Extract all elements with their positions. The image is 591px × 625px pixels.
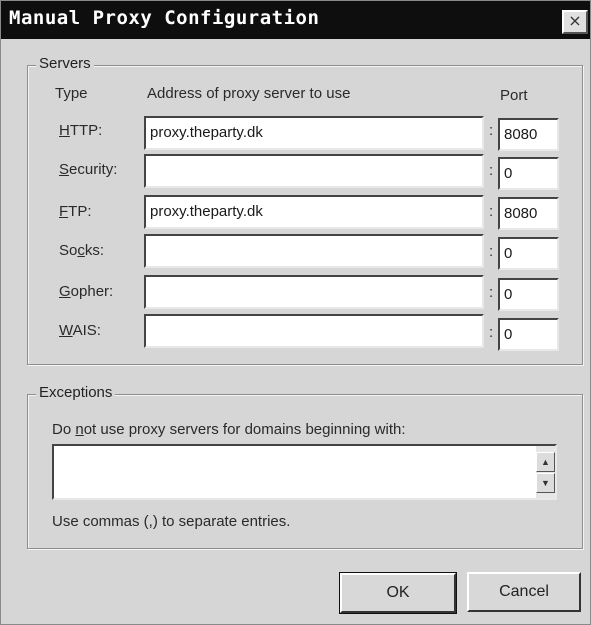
socks-label: Socks: bbox=[59, 242, 105, 259]
ftp-port-separator: : bbox=[489, 203, 494, 220]
close-button[interactable]: × bbox=[562, 10, 588, 34]
wais-port-input[interactable]: 0 bbox=[498, 318, 559, 351]
close-icon: × bbox=[568, 11, 582, 30]
security-port-separator: : bbox=[489, 162, 494, 179]
scroll-down-button[interactable]: ▼ bbox=[536, 473, 555, 493]
exceptions-scrollbar[interactable]: ▲ ▼ bbox=[536, 446, 555, 498]
security-label: Security: bbox=[59, 161, 118, 178]
security-port-input[interactable]: 0 bbox=[498, 157, 559, 190]
exceptions-group-label: Exceptions bbox=[36, 384, 116, 401]
column-header-type: Type bbox=[55, 85, 88, 102]
window-title: Manual Proxy Configuration bbox=[9, 7, 320, 29]
socks-port-separator: : bbox=[489, 243, 494, 260]
exceptions-textarea[interactable]: ▲ ▼ bbox=[52, 444, 557, 500]
gopher-port-input[interactable]: 0 bbox=[498, 278, 559, 311]
title-bar[interactable]: Manual Proxy Configuration × bbox=[1, 1, 590, 39]
column-header-address: Address of proxy server to use bbox=[147, 85, 351, 102]
exceptions-hint: Use commas (,) to separate entries. bbox=[52, 513, 291, 530]
http-address-input[interactable]: proxy.theparty.dk bbox=[144, 116, 484, 150]
socks-address-input[interactable] bbox=[144, 234, 484, 268]
wais-label: WAIS: bbox=[59, 322, 101, 339]
wais-address-input[interactable] bbox=[144, 314, 484, 348]
scroll-up-button[interactable]: ▲ bbox=[536, 452, 555, 472]
exceptions-prompt: Do not use proxy servers for domains beg… bbox=[52, 421, 406, 438]
http-port-separator: : bbox=[489, 122, 494, 139]
gopher-port-separator: : bbox=[489, 284, 494, 301]
ok-button[interactable]: OK bbox=[339, 572, 457, 614]
security-address-input[interactable] bbox=[144, 154, 484, 188]
wais-port-separator: : bbox=[489, 324, 494, 341]
column-header-port: Port bbox=[500, 87, 528, 104]
servers-group-label: Servers bbox=[36, 55, 94, 72]
gopher-label: Gopher: bbox=[59, 283, 114, 300]
manual-proxy-dialog: Manual Proxy Configuration × Servers Typ… bbox=[0, 0, 591, 625]
arrow-up-icon: ▲ bbox=[541, 457, 550, 467]
ftp-label: FTP: bbox=[59, 203, 92, 220]
gopher-address-input[interactable] bbox=[144, 275, 484, 309]
ftp-port-input[interactable]: 8080 bbox=[498, 197, 559, 230]
socks-port-input[interactable]: 0 bbox=[498, 237, 559, 270]
arrow-down-icon: ▼ bbox=[541, 478, 550, 488]
http-label: HTTP: bbox=[59, 122, 103, 139]
ftp-address-input[interactable]: proxy.theparty.dk bbox=[144, 195, 484, 229]
http-port-input[interactable]: 8080 bbox=[498, 118, 559, 151]
cancel-button[interactable]: Cancel bbox=[467, 572, 581, 612]
